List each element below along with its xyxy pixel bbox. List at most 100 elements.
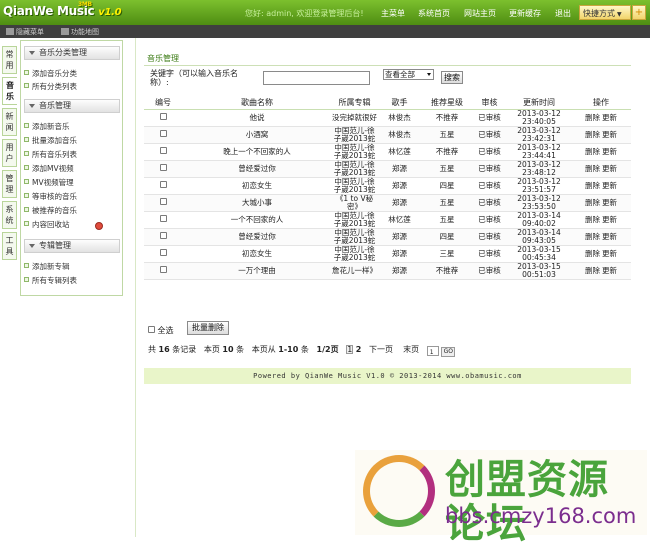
page-jump-input[interactable]: 1 <box>426 346 439 356</box>
group-album-manage[interactable]: 专辑管理 <box>24 239 120 253</box>
go-button[interactable]: GO <box>441 347 456 357</box>
song-name[interactable]: 晚上一个不回家的人 <box>182 143 332 161</box>
update-link[interactable]: 更新 <box>602 181 617 190</box>
tab-common[interactable]: 常用 <box>2 46 17 74</box>
group-music-category[interactable]: 音乐分类管理 <box>24 46 120 60</box>
delete-link[interactable]: 删除 <box>585 181 600 190</box>
delete-link[interactable]: 删除 <box>585 249 600 258</box>
song-name[interactable]: 曾经爱过你 <box>182 228 332 246</box>
delete-link[interactable]: 删除 <box>585 215 600 224</box>
tab-system[interactable]: 系统 <box>2 201 17 229</box>
delete-link[interactable]: 删除 <box>585 198 600 207</box>
sidebar-item-add-music[interactable]: 添加新音乐 <box>24 121 70 132</box>
sidebar-item-add-mv[interactable]: 添加MV视频 <box>24 163 74 174</box>
row-checkbox[interactable] <box>159 232 167 239</box>
song-name[interactable]: 曾经爱过你 <box>182 160 332 178</box>
delete-link[interactable]: 删除 <box>585 266 600 275</box>
next-page-link[interactable]: 下一页 <box>369 345 393 354</box>
delete-link[interactable]: 删除 <box>585 113 600 122</box>
update-link[interactable]: 更新 <box>602 232 617 241</box>
app-logo[interactable]: QianWe Music v1.0 3MB <box>3 1 122 18</box>
nav-system-home[interactable]: 系统首页 <box>418 8 450 19</box>
bullet-icon <box>24 263 29 268</box>
tab-news[interactable]: 新闻 <box>2 108 17 136</box>
delete-link[interactable]: 删除 <box>585 147 600 156</box>
audit-status: 已审核 <box>472 177 507 195</box>
bullet-icon <box>24 207 29 212</box>
tab-tools[interactable]: 工具 <box>2 232 17 260</box>
update-link[interactable]: 更新 <box>602 266 617 275</box>
site-map-button[interactable]: 功能地图 <box>61 27 99 37</box>
song-name[interactable]: 他说 <box>182 109 332 127</box>
delete-link[interactable]: 删除 <box>585 130 600 139</box>
song-name[interactable]: 大城小事 <box>182 194 332 212</box>
row-checkbox[interactable] <box>159 266 167 273</box>
song-name[interactable]: 初恋女生 <box>182 245 332 263</box>
col-id: 编号 <box>144 96 182 110</box>
col-ops: 操作 <box>571 96 631 110</box>
select-all[interactable]: 全选 <box>148 325 174 336</box>
sidebar-item-batch-add[interactable]: 批量添加音乐 <box>24 135 77 146</box>
update-link[interactable]: 更新 <box>602 198 617 207</box>
delete-link[interactable]: 删除 <box>585 164 600 173</box>
update-link[interactable]: 更新 <box>602 147 617 156</box>
update-link[interactable]: 更新 <box>602 249 617 258</box>
row-checkbox[interactable] <box>159 164 167 171</box>
tab-manage[interactable]: 管理 <box>2 170 17 198</box>
song-name[interactable]: 小酒窝 <box>182 126 332 144</box>
sidebar-item-recommended[interactable]: 被推荐的音乐 <box>24 205 77 216</box>
recycle-bin-icon[interactable] <box>95 222 103 230</box>
row-checkbox[interactable] <box>159 198 167 205</box>
nav-main-menu[interactable]: 主菜单 <box>381 8 405 19</box>
sidebar-item-mv-manage[interactable]: MV视频管理 <box>24 177 74 188</box>
row-checkbox[interactable] <box>159 215 167 222</box>
nav-logout[interactable]: 退出 <box>555 8 571 19</box>
row-checkbox[interactable] <box>159 130 167 137</box>
update-link[interactable]: 更新 <box>602 164 617 173</box>
star-rating: 四星 <box>422 228 472 246</box>
sidebar-item-all-albums[interactable]: 所有专辑列表 <box>24 275 77 286</box>
sidebar-item-add-album[interactable]: 添加新专辑 <box>24 261 70 272</box>
star-rating: 不推荐 <box>422 109 472 127</box>
quick-access-dropdown[interactable]: 快捷方式 ▼ <box>579 5 631 20</box>
last-page-link[interactable]: 末页 <box>403 345 419 354</box>
song-name[interactable]: 初恋女生 <box>182 177 332 195</box>
row-checkbox[interactable] <box>159 249 167 256</box>
update-link[interactable]: 更新 <box>602 215 617 224</box>
sidebar-item-all-music[interactable]: 所有音乐列表 <box>24 149 77 160</box>
sidebar-item-recycle-bin[interactable]: 内容回收站 <box>24 219 70 230</box>
page-2-link[interactable]: 2 <box>356 345 362 354</box>
per-page: 10 <box>222 345 234 354</box>
update-link[interactable]: 更新 <box>602 130 617 139</box>
delete-link[interactable]: 删除 <box>585 232 600 241</box>
row-checkbox[interactable] <box>159 113 167 120</box>
nav-update-cache[interactable]: 更新缓存 <box>509 8 541 19</box>
row-checkbox[interactable] <box>159 147 167 154</box>
chevron-down-icon <box>29 51 35 55</box>
album-name: 中国范儿-徐子崴2013蛇 <box>332 142 377 161</box>
star-rating: 不推荐 <box>422 262 472 280</box>
keyword-input[interactable] <box>263 71 370 85</box>
sidebar-item-all-categories[interactable]: 所有分类列表 <box>24 81 77 92</box>
page-current[interactable]: 1 <box>346 345 354 354</box>
sidebar-item-add-category[interactable]: 添加音乐分类 <box>24 68 77 79</box>
select-all-checkbox[interactable] <box>148 326 155 333</box>
tab-users[interactable]: 用户 <box>2 139 17 167</box>
batch-delete-button[interactable]: 批量删除 <box>187 321 229 335</box>
nav-site-home[interactable]: 网站主页 <box>464 8 496 19</box>
hide-menu-button[interactable]: 隐藏菜单 <box>6 27 44 37</box>
filter-select[interactable]: 查看全部 <box>383 69 434 80</box>
forum-logo-icon <box>363 455 435 527</box>
update-link[interactable]: 更新 <box>602 113 617 122</box>
add-quick-button[interactable]: + <box>632 5 646 20</box>
song-name[interactable]: 一个不回家的人 <box>182 211 332 229</box>
watermark: 创盟资源论坛 bbs.cmzy168.com <box>355 450 647 546</box>
audit-status: 已审核 <box>472 109 507 127</box>
tab-music[interactable]: 音乐 <box>2 77 17 105</box>
sidebar-item-pending[interactable]: 等审核的音乐 <box>24 191 77 202</box>
update-time: 2013-03-15 00:45:34 <box>507 245 571 263</box>
group-music-manage[interactable]: 音乐管理 <box>24 99 120 113</box>
row-checkbox[interactable] <box>159 181 167 188</box>
search-button[interactable]: 搜索 <box>441 71 463 84</box>
song-name[interactable]: 一万个理由 <box>182 262 332 280</box>
